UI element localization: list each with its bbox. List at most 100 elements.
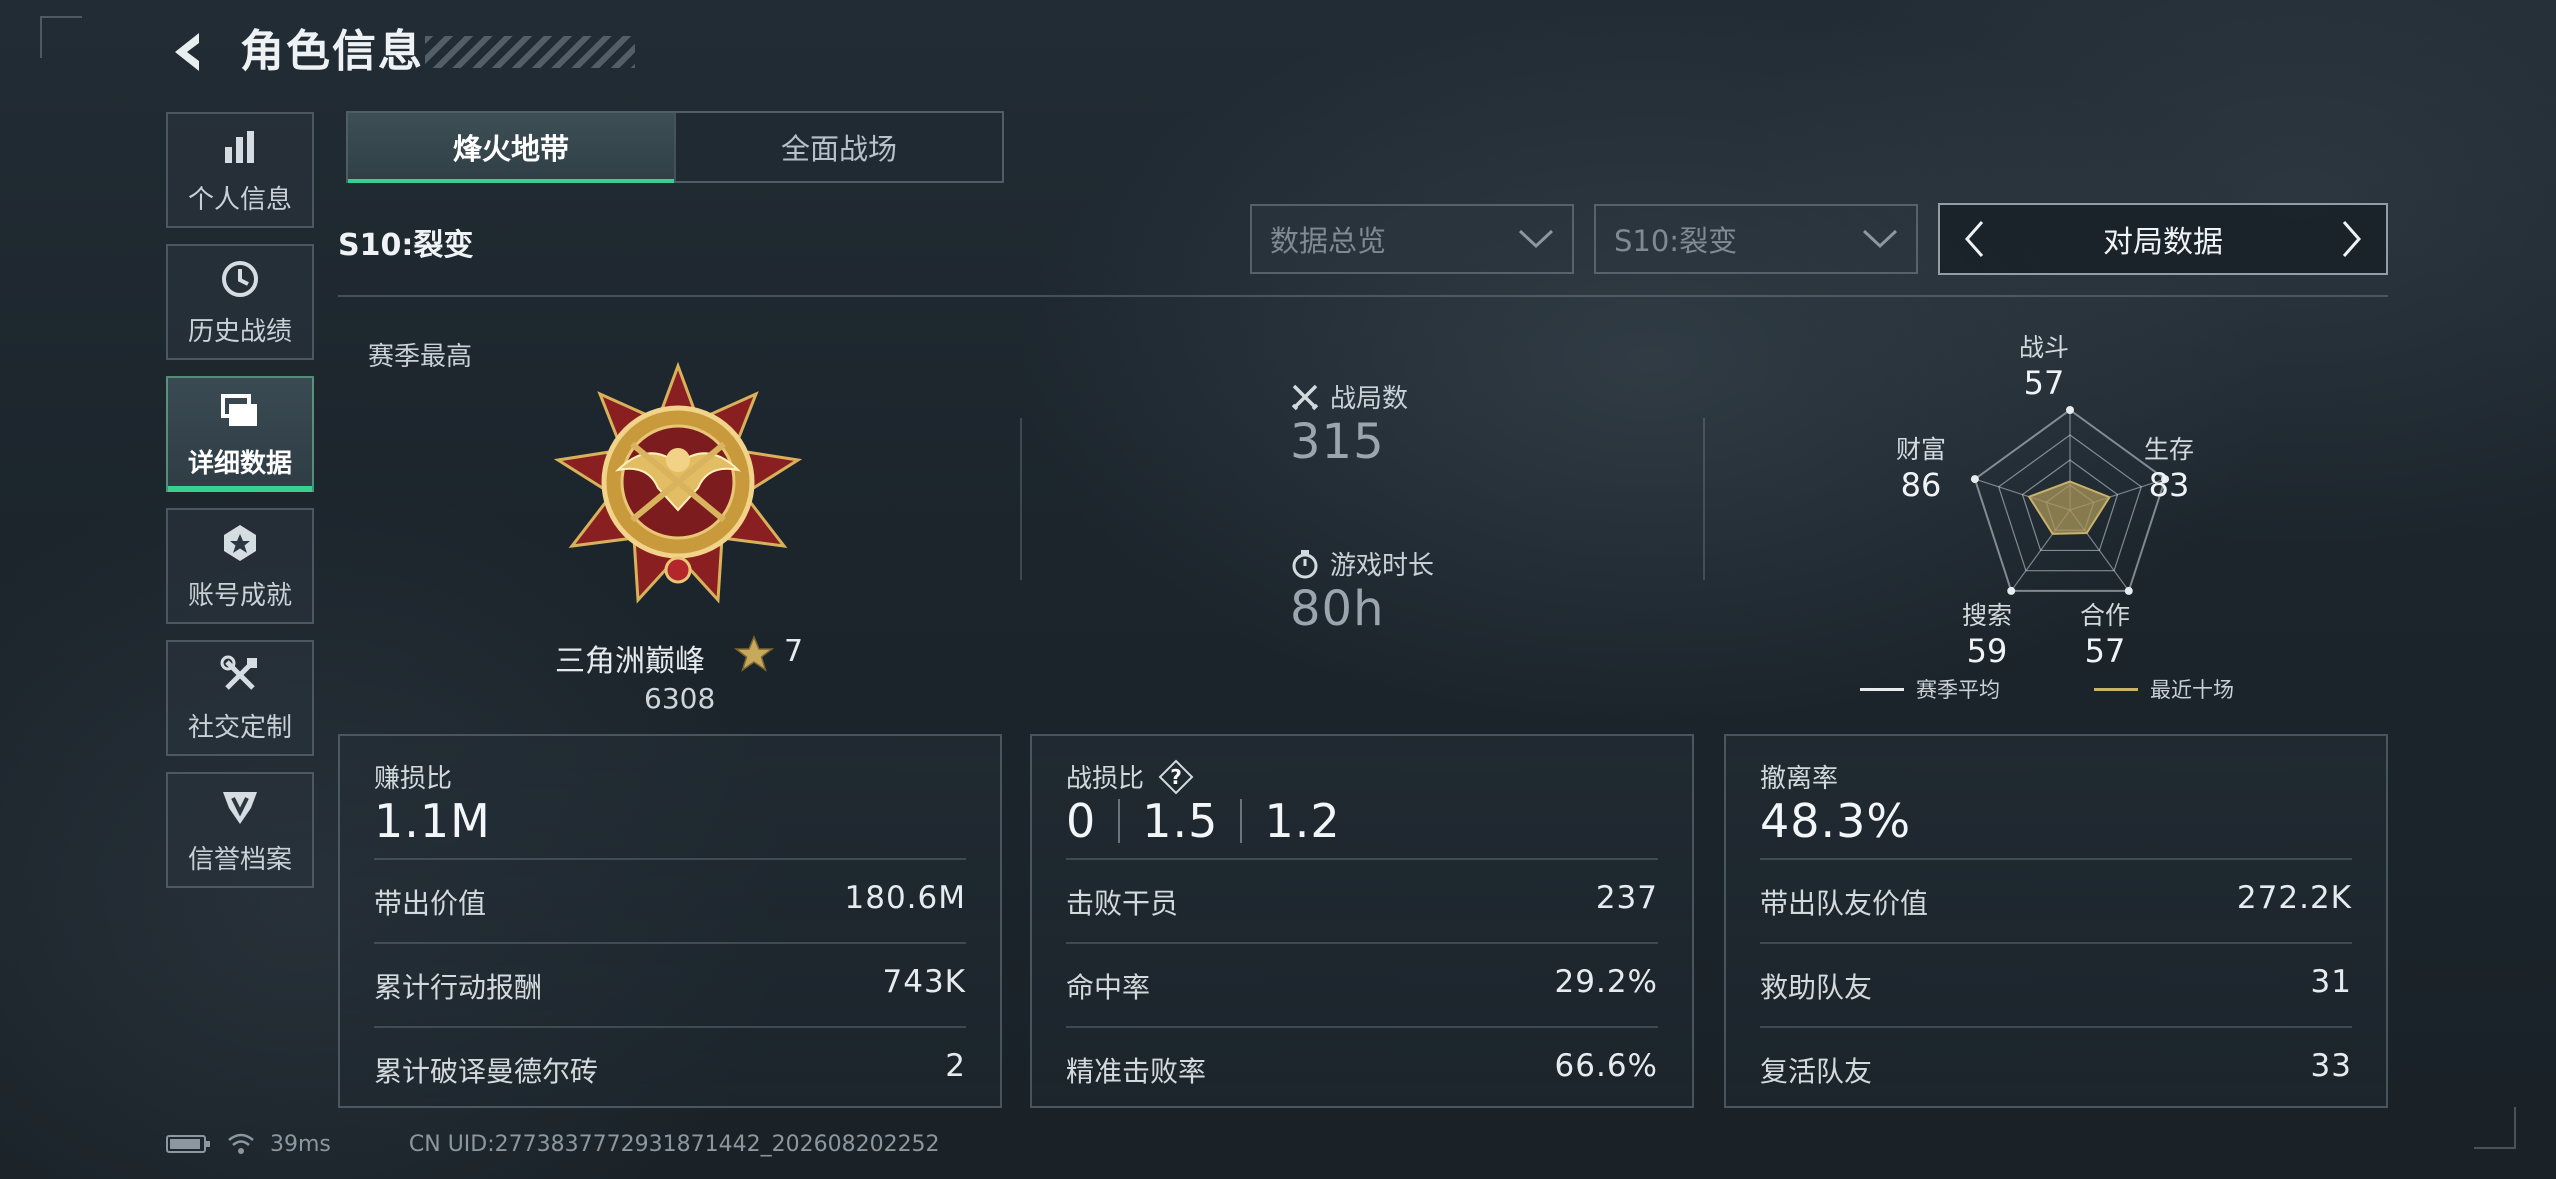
back-button[interactable] [160, 22, 220, 82]
playtime-label-text: 游戏时长 [1330, 551, 1435, 581]
card-main-value: 48.3% [1760, 794, 1912, 848]
sidebar-item-history[interactable]: 历史战绩 [166, 244, 314, 360]
radar-label-combat: 战斗 [2018, 333, 2069, 362]
stat-row-label: 救助队友 [1760, 971, 1873, 1004]
season-dropdown-value: S10:裂变 [1614, 224, 1738, 258]
sidebar-item-personal-info[interactable]: 个人信息 [166, 112, 314, 228]
playtime-value: 80h [1290, 581, 1385, 637]
kd-ratios: 0 1.5 1.2 [1066, 794, 1341, 848]
sidebar-item-label: 账号成就 [187, 580, 292, 611]
card-divider [1066, 942, 1658, 944]
extraction-rate-card: 撤离率 48.3% 带出队友价值 272.2K 救助队友 31 复活队友 33 [1724, 734, 2388, 1108]
matches-stat-label: 战局数 [1290, 378, 1408, 415]
previous-button[interactable] [1954, 211, 1994, 267]
header-divider [338, 295, 2388, 297]
sidebar-item-label: 社交定制 [187, 712, 292, 743]
radar-label-wealth: 财富 [1895, 435, 1946, 464]
next-button[interactable] [2332, 211, 2372, 267]
match-data-selector: 对局数据 [1938, 203, 2388, 275]
matches-value: 315 [1290, 414, 1385, 470]
matches-label-text: 战局数 [1330, 384, 1409, 414]
status-footer: 39ms CN UID:2773837772931871442_20260820… [166, 1126, 940, 1162]
radar-axis-dot [2007, 586, 2016, 595]
battery-icon [166, 1135, 210, 1153]
stat-row-label: 累计行动报酬 [374, 971, 543, 1004]
svg-text:?: ? [1170, 765, 1182, 789]
card-title-text: 战损比 [1066, 764, 1145, 794]
card-title-text: 撤离率 [1760, 764, 1839, 794]
radar-axis-dot [1970, 475, 1979, 484]
stat-row-label: 带出价值 [374, 887, 487, 920]
legend-swatch [2094, 687, 2138, 691]
ratio-divider [1240, 799, 1243, 843]
overview-dropdown[interactable]: 数据总览 [1250, 204, 1574, 274]
stat-row-value: 743K [882, 964, 966, 1000]
radar-recent-polygon [2027, 480, 2111, 535]
legend-label: 赛季平均 [1916, 678, 2000, 702]
ratio-divider [1118, 799, 1121, 843]
profit-ratio-card: 赚损比 1.1M 带出价值 180.6M 累计行动报酬 743K 累计破译曼德尔… [338, 734, 1002, 1108]
kd-ratio-value: 1.5 [1142, 794, 1219, 848]
stat-row-value: 31 [2310, 964, 2352, 1000]
kd-ratio-value: 0 [1066, 794, 1097, 848]
tab-full-battlefield[interactable]: 全面战场 [674, 113, 1002, 181]
stat-row-label: 累计破译曼德尔砖 [374, 1055, 599, 1088]
card-divider [374, 1026, 966, 1028]
mode-tab-bar: 烽火地带 全面战场 [346, 111, 1004, 183]
sidebar-item-label: 个人信息 [187, 184, 292, 215]
stat-row-value: 2 [945, 1048, 966, 1084]
radar-value-wealth: 86 [1900, 466, 1942, 504]
card-divider [1760, 1026, 2352, 1028]
help-button[interactable]: ? [1158, 759, 1194, 795]
chevron-down-icon [1862, 229, 1898, 249]
radar-label-survival: 生存 [2143, 435, 2194, 464]
card-divider [1760, 858, 2352, 860]
stat-row-label: 精准击败率 [1066, 1055, 1207, 1088]
stat-row-value: 180.6M [844, 880, 966, 916]
ping-value: 39ms [270, 1131, 331, 1157]
legend-season-average: 赛季平均 [1860, 674, 2000, 704]
sidebar-item-label: 历史战绩 [187, 316, 292, 347]
tools-icon [218, 653, 262, 697]
season-dropdown[interactable]: S10:裂变 [1594, 204, 1918, 274]
kd-ratio-value: 1.2 [1264, 794, 1341, 848]
card-main-value: 1.1M [374, 794, 491, 848]
sidebar-item-reputation[interactable]: 信誉档案 [166, 772, 314, 888]
legend-recent-ten: 最近十场 [2094, 674, 2234, 704]
stat-row-value: 33 [2310, 1048, 2352, 1084]
chevron-right-icon [2342, 221, 2362, 257]
section-divider [1020, 418, 1022, 580]
radar-value-teamwork: 57 [2084, 632, 2126, 670]
sidebar-item-detailed-data[interactable]: 详细数据 [166, 376, 314, 492]
achievement-badge-icon [218, 521, 262, 565]
match-selector-label: 对局数据 [2103, 225, 2223, 260]
wifi-icon [228, 1133, 254, 1154]
stat-row-label: 命中率 [1066, 971, 1151, 1004]
stat-row-label: 击败干员 [1066, 887, 1179, 920]
reputation-shield-icon [218, 785, 262, 829]
help-icon: ? [1158, 759, 1194, 794]
rank-star-count: 7 [784, 634, 804, 669]
card-title: 撤离率 [1760, 758, 1838, 795]
frame-corner-bottom-right [2474, 1107, 2516, 1149]
sidebar-item-social[interactable]: 社交定制 [166, 640, 314, 756]
tab-warfire-zone[interactable]: 烽火地带 [348, 113, 674, 183]
season-high-label: 赛季最高 [368, 342, 473, 372]
season-label: S10:裂变 [338, 228, 474, 263]
stopwatch-icon [1292, 549, 1318, 578]
bar-chart-icon [218, 125, 262, 169]
chevron-down-icon [1518, 229, 1554, 249]
section-divider [1703, 418, 1705, 580]
radar-axis-dot [2124, 586, 2133, 595]
sidebar-item-label: 详细数据 [187, 448, 292, 479]
back-arrow-icon [175, 33, 199, 71]
stat-row-value: 272.2K [2236, 880, 2352, 916]
radar-axis-dot [2066, 406, 2074, 414]
sidebar-item-achievements[interactable]: 账号成就 [166, 508, 314, 624]
card-divider [1760, 942, 2352, 944]
radar-value-search: 59 [1966, 632, 2008, 670]
rank-name: 三角洲巅峰 [555, 644, 705, 679]
radar-value-combat: 57 [2023, 364, 2065, 402]
legend-swatch [1860, 687, 1904, 691]
stat-row-value: 66.6% [1554, 1048, 1658, 1084]
